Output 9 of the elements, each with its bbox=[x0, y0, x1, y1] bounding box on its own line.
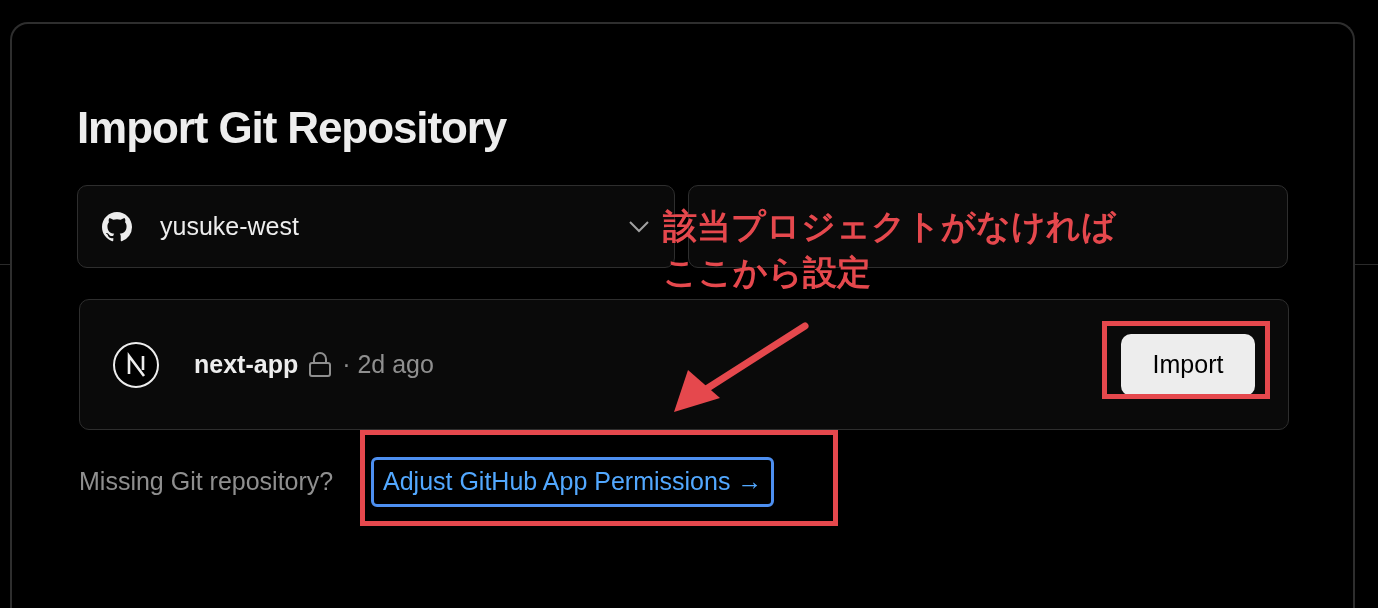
dialog-title: Import Git Repository bbox=[77, 102, 508, 154]
missing-repository-text: Missing Git repository? bbox=[79, 466, 335, 498]
next-logo-icon bbox=[113, 341, 159, 388]
updated-time: · 2d ago bbox=[342, 348, 435, 380]
repository-name: next-app bbox=[194, 348, 299, 380]
github-icon bbox=[102, 211, 132, 242]
adjust-permissions-link[interactable]: Adjust GitHub App Permissions → bbox=[371, 457, 775, 507]
chevron-down-icon bbox=[628, 219, 651, 234]
import-button[interactable]: Import bbox=[1121, 333, 1255, 396]
